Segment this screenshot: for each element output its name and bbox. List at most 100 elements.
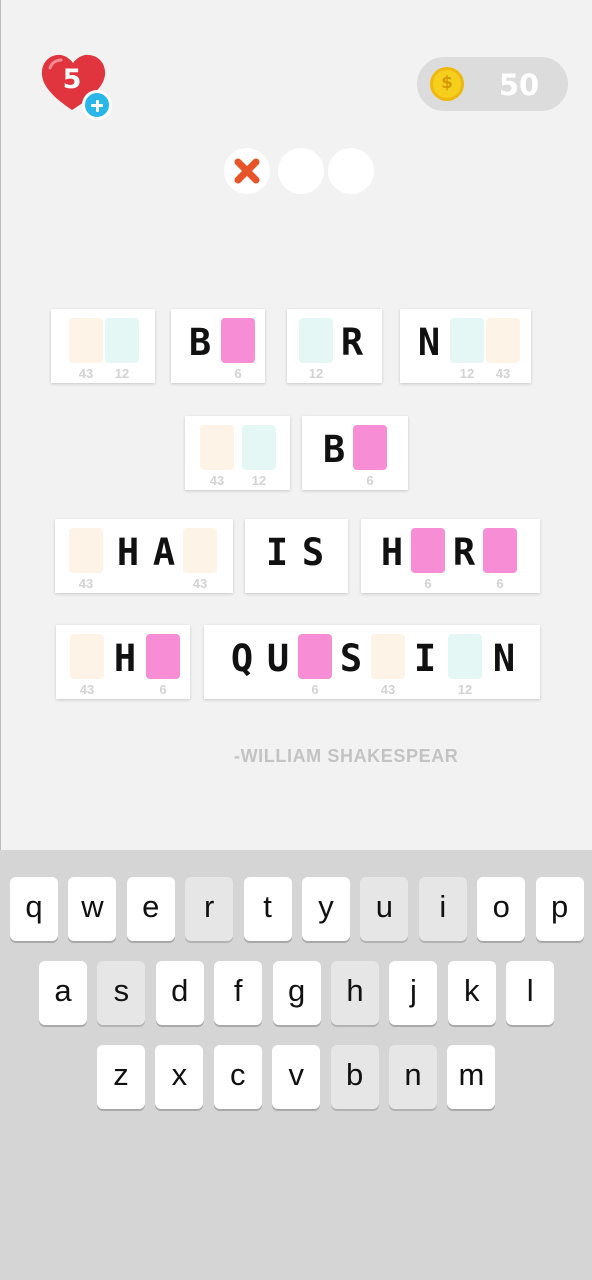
blank-letter-cell[interactable]: 6 bbox=[145, 625, 181, 699]
blank-letter-cell[interactable]: 12 bbox=[449, 309, 485, 383]
mistake-slot-1 bbox=[224, 148, 270, 194]
key-x[interactable]: x bbox=[155, 1045, 204, 1109]
cell-code-number: 12 bbox=[457, 682, 473, 697]
key-u[interactable]: u bbox=[360, 877, 409, 941]
key-v[interactable]: v bbox=[272, 1045, 321, 1109]
blank-letter-cell[interactable]: 6 bbox=[220, 309, 256, 383]
selected-cell-highlight[interactable] bbox=[221, 318, 255, 363]
cell-highlight[interactable] bbox=[486, 318, 520, 363]
key-w[interactable]: w bbox=[68, 877, 117, 941]
coin-symbol: $ bbox=[441, 73, 453, 93]
blank-letter-cell[interactable]: 6 bbox=[482, 519, 518, 593]
word-tile: B6 bbox=[171, 309, 265, 383]
cell-highlight[interactable] bbox=[242, 425, 276, 470]
blank-letter-cell[interactable]: 12 bbox=[298, 309, 334, 383]
key-o[interactable]: o bbox=[477, 877, 526, 941]
key-c[interactable]: c bbox=[213, 1045, 262, 1109]
key-r[interactable]: r bbox=[185, 877, 234, 941]
blank-letter-cell[interactable]: 6 bbox=[352, 416, 388, 490]
key-m[interactable]: m bbox=[447, 1045, 496, 1109]
blank-letter-cell[interactable]: 43 bbox=[485, 309, 521, 383]
key-z[interactable]: z bbox=[97, 1045, 145, 1109]
key-i[interactable]: i bbox=[418, 877, 467, 941]
blank-letter-cell[interactable]: 43 bbox=[69, 625, 105, 699]
key-j[interactable]: j bbox=[389, 961, 438, 1025]
revealed-letter-cell: B bbox=[316, 416, 352, 490]
cell-highlight[interactable] bbox=[371, 634, 405, 679]
selected-cell-highlight[interactable] bbox=[483, 528, 517, 573]
screen-edge bbox=[0, 0, 1, 850]
word-tile: 12 R bbox=[287, 309, 382, 383]
blank-letter-cell[interactable]: 6 bbox=[297, 625, 333, 699]
cell-code-number: 6 bbox=[366, 473, 374, 488]
cell-highlight[interactable] bbox=[70, 634, 104, 679]
mistake-slot-2 bbox=[278, 148, 324, 194]
key-a[interactable]: a bbox=[39, 961, 87, 1025]
word-tile: B6 bbox=[302, 416, 408, 490]
key-p[interactable]: p bbox=[535, 877, 584, 941]
key-e[interactable]: e bbox=[126, 877, 175, 941]
key-g[interactable]: g bbox=[272, 961, 321, 1025]
blank-letter-cell[interactable]: 43 bbox=[68, 519, 104, 593]
key-s[interactable]: s bbox=[97, 961, 146, 1025]
letter-keyboard: qwertyuiop asdfghjkl zxcvbnm bbox=[0, 850, 592, 1280]
cell-code-number: 43 bbox=[78, 576, 94, 591]
cell-letter: B bbox=[188, 321, 212, 364]
key-d[interactable]: d bbox=[155, 961, 204, 1025]
key-y[interactable]: y bbox=[302, 877, 350, 941]
key-l[interactable]: l bbox=[506, 961, 555, 1025]
blank-letter-cell[interactable]: 6 bbox=[410, 519, 446, 593]
revealed-letter-cell: U bbox=[260, 625, 296, 699]
coin-count: 50 bbox=[498, 68, 540, 102]
selected-cell-highlight[interactable] bbox=[146, 634, 180, 679]
revealed-letter-cell: R bbox=[334, 309, 370, 383]
cell-letter: R bbox=[340, 321, 364, 364]
revealed-letter-cell: H bbox=[107, 625, 143, 699]
key-f[interactable]: f bbox=[214, 961, 263, 1025]
revealed-letter-cell: Q bbox=[224, 625, 260, 699]
blank-letter-cell[interactable]: 43 bbox=[370, 625, 406, 699]
cell-highlight[interactable] bbox=[69, 528, 103, 573]
coin-balance[interactable]: $ 50 bbox=[417, 57, 568, 111]
key-n[interactable]: n bbox=[389, 1045, 437, 1109]
blank-letter-cell[interactable]: 43 bbox=[68, 309, 104, 383]
revealed-letter-cell: R bbox=[446, 519, 482, 593]
selected-cell-highlight[interactable] bbox=[298, 634, 332, 679]
cell-highlight[interactable] bbox=[450, 318, 484, 363]
key-b[interactable]: b bbox=[330, 1045, 379, 1109]
key-k[interactable]: k bbox=[447, 961, 496, 1025]
cell-highlight[interactable] bbox=[448, 634, 482, 679]
cell-highlight[interactable] bbox=[69, 318, 103, 363]
key-h[interactable]: h bbox=[331, 961, 379, 1025]
cell-letter: I bbox=[265, 531, 289, 574]
cell-highlight[interactable] bbox=[105, 318, 139, 363]
add-lives-icon[interactable] bbox=[82, 90, 112, 120]
selected-cell-highlight[interactable] bbox=[411, 528, 445, 573]
quote-attribution: -WILLIAM SHAKESPEAR bbox=[234, 746, 459, 766]
blank-letter-cell[interactable]: 43 bbox=[182, 519, 218, 593]
cell-highlight[interactable] bbox=[299, 318, 333, 363]
revealed-letter-cell: H bbox=[374, 519, 410, 593]
cell-highlight[interactable] bbox=[183, 528, 217, 573]
cell-letter: Q bbox=[230, 637, 254, 680]
blank-letter-cell[interactable]: 12 bbox=[241, 416, 277, 490]
revealed-letter-cell: B bbox=[182, 309, 218, 383]
blank-letter-cell[interactable]: 43 bbox=[199, 416, 235, 490]
word-tile: 43 12 bbox=[51, 309, 155, 383]
word-tile: H 6 R 6 bbox=[361, 519, 540, 593]
revealed-letter-cell: I bbox=[259, 519, 295, 593]
cell-code-number: 6 bbox=[311, 682, 319, 697]
revealed-letter-cell: S bbox=[295, 519, 331, 593]
blank-letter-cell[interactable]: 12 bbox=[104, 309, 140, 383]
word-tile: 43 12 bbox=[185, 416, 290, 490]
lives-button[interactable]: 5 bbox=[38, 52, 114, 122]
selected-cell-highlight[interactable] bbox=[353, 425, 387, 470]
cell-code-number: 6 bbox=[496, 576, 504, 591]
word-tile: 43 H 6 bbox=[56, 625, 190, 699]
key-t[interactable]: t bbox=[243, 877, 292, 941]
blank-letter-cell[interactable]: 12 bbox=[447, 625, 483, 699]
key-q[interactable]: q bbox=[10, 877, 58, 941]
cell-code-number: 43 bbox=[78, 366, 94, 381]
cell-letter: N bbox=[417, 321, 441, 364]
cell-highlight[interactable] bbox=[200, 425, 234, 470]
